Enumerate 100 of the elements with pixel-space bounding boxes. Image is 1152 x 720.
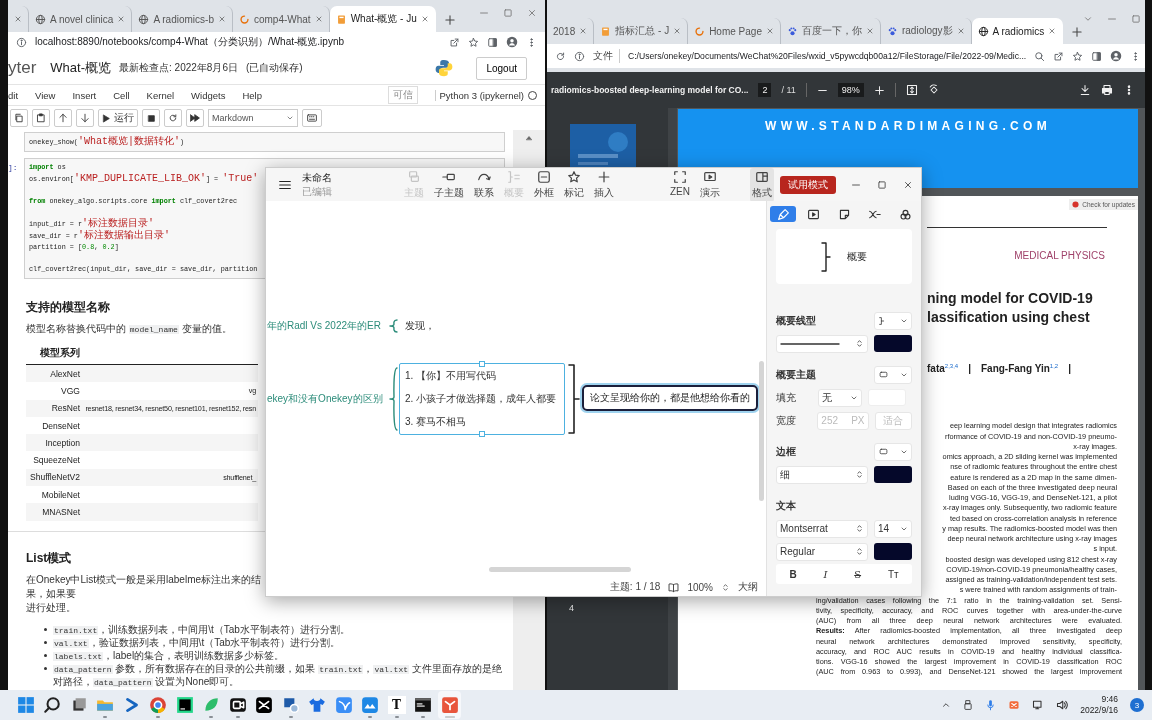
close-icon[interactable] (14, 15, 22, 23)
text-style-button[interactable]: Tт (883, 568, 903, 580)
page-number-field[interactable]: 2 (758, 83, 772, 97)
sidebar-icon[interactable] (1091, 50, 1103, 62)
topic-node[interactable]: 年的Radl Vs 2022年的ER (267, 319, 381, 333)
app-tray-icon[interactable] (1008, 699, 1021, 711)
font-weight-select[interactable]: Regular (776, 542, 868, 561)
sidebar-icon[interactable] (487, 36, 498, 48)
camera-icon[interactable] (228, 696, 247, 714)
close-icon[interactable] (527, 8, 537, 18)
notebook-title[interactable]: What-概览 (50, 59, 111, 77)
subtopic-node[interactable]: 1. 【你】不用写代码 (405, 368, 559, 383)
close-icon[interactable] (117, 15, 126, 23)
menu-item[interactable]: View (35, 89, 56, 101)
close-icon[interactable] (903, 179, 913, 190)
close-icon[interactable] (1048, 27, 1057, 35)
color-swatch[interactable] (874, 466, 912, 483)
subtopic-node[interactable]: 3. 赛马不相马 (405, 415, 559, 430)
toolbar-button[interactable]: 插入 (592, 168, 616, 202)
format-button[interactable]: 格式 (750, 168, 774, 202)
share-icon[interactable] (449, 36, 460, 48)
print-icon[interactable] (1101, 84, 1113, 96)
summary-node[interactable]: 论文呈现给你的，都是他想给你看的 (582, 385, 758, 411)
shape-select[interactable] (874, 365, 912, 384)
windows-logo-icon[interactable] (16, 696, 35, 714)
topic-node[interactable]: ekey和没有Onekey的区别 (267, 392, 383, 406)
text-style-button[interactable]: I (819, 568, 832, 580)
zoom-field[interactable]: 98% (837, 83, 864, 97)
toolbar-button[interactable]: 子主题 (432, 168, 466, 202)
run-all-button[interactable] (186, 109, 204, 127)
selection-box[interactable]: 1. 【你】不用写代码 2. 小孩子才做选择题，成年人都要 3. 赛马不相马 (399, 363, 565, 435)
line-style-select[interactable] (776, 334, 868, 353)
download-icon[interactable] (1079, 84, 1091, 96)
bird-icon[interactable] (334, 696, 353, 714)
microphone-icon[interactable] (985, 699, 997, 711)
logout-button[interactable]: Logout (476, 56, 527, 80)
copy-button[interactable] (10, 109, 28, 127)
kernel-name[interactable]: Python 3 (ipykernel) (439, 89, 524, 101)
close-icon[interactable] (765, 27, 774, 35)
zoom-in-icon[interactable] (873, 84, 885, 96)
trusted-indicator[interactable]: 可信 (387, 86, 418, 104)
chevron-up-icon[interactable] (941, 700, 952, 710)
subtopic-node[interactable]: 2. 小孩子才做选择题，成年人都要 (405, 392, 559, 406)
menu-item[interactable]: Kernel (146, 89, 175, 101)
info-icon[interactable] (574, 50, 585, 62)
close-icon[interactable] (217, 15, 226, 23)
remote-desktop-icon[interactable] (281, 696, 300, 714)
menu-item[interactable]: Help (242, 89, 262, 101)
menu-item[interactable]: dit (8, 89, 19, 101)
new-tab-icon[interactable] (1071, 26, 1084, 38)
app-logo[interactable]: yter (8, 58, 37, 78)
browser-tab[interactable]: A radiomics (971, 18, 1064, 44)
stop-button[interactable] (142, 109, 160, 127)
text-style-button[interactable]: S (850, 568, 866, 580)
browser-tab[interactable]: What-概览 - Ju (329, 6, 436, 32)
outline-button[interactable]: 大纲 (738, 580, 758, 594)
zoom-level[interactable]: 100% (687, 581, 713, 593)
zoom-icon[interactable] (1034, 50, 1046, 62)
browser-icon[interactable] (149, 696, 167, 714)
mind-map-app-icon[interactable] (440, 696, 459, 714)
search-icon[interactable] (43, 696, 61, 714)
ide-icon[interactable] (175, 696, 194, 714)
address-bar[interactable]: C:/Users/onekey/Documents/WeChat%20Files/wxid_v5pywcdqb00a12/FileStorage/File/2022-09/Medic... (628, 51, 1027, 61)
menu-item[interactable]: Insert (72, 89, 97, 101)
clock[interactable]: 9:46 2022/9/16 (1080, 694, 1118, 716)
close-icon[interactable] (673, 27, 682, 35)
subtopic-group[interactable]: 发现， (399, 315, 459, 337)
color-swatch[interactable] (874, 543, 912, 560)
close-icon[interactable] (579, 27, 588, 35)
scrollbar[interactable] (489, 567, 631, 572)
toolbar-button[interactable]: 外框 (532, 168, 556, 202)
cell-type-select[interactable]: Markdown (208, 109, 298, 127)
close-icon[interactable] (420, 15, 429, 23)
info-icon[interactable] (16, 36, 27, 48)
network-icon[interactable] (1032, 699, 1045, 711)
restart-button[interactable] (164, 109, 182, 127)
border-width-select[interactable]: 细 (776, 465, 868, 484)
keyboard-button[interactable] (302, 109, 322, 127)
resize-handle[interactable] (479, 361, 485, 367)
close-icon[interactable] (956, 27, 965, 35)
line-shape-select[interactable] (874, 311, 912, 330)
scrollbar[interactable] (759, 361, 764, 501)
star-icon[interactable] (1072, 50, 1084, 62)
run-button[interactable]: 运行 (98, 109, 138, 127)
notification-badge[interactable]: 3 (1130, 698, 1144, 712)
close-icon[interactable] (314, 15, 323, 23)
volume-icon[interactable] (1056, 699, 1069, 711)
cloud-icon[interactable] (361, 696, 379, 714)
address-bar[interactable]: localhost:8890/notebooks/comp4-What（分类识别）/What-概览.ipynb (35, 35, 441, 49)
reload-icon[interactable] (555, 50, 566, 62)
menu-item[interactable]: Cell (113, 89, 130, 101)
text-style-button[interactable]: B (785, 568, 801, 580)
shape-select[interactable] (874, 442, 912, 461)
paste-button[interactable] (32, 109, 50, 127)
subtopic-node[interactable]: 发现， (405, 319, 453, 333)
fill-select[interactable]: 无 (818, 388, 862, 407)
maximize-icon[interactable] (877, 179, 887, 190)
toolbar-button[interactable]: 联系 (472, 168, 496, 202)
close-icon[interactable] (865, 27, 874, 35)
clip-app-icon[interactable] (255, 696, 273, 714)
